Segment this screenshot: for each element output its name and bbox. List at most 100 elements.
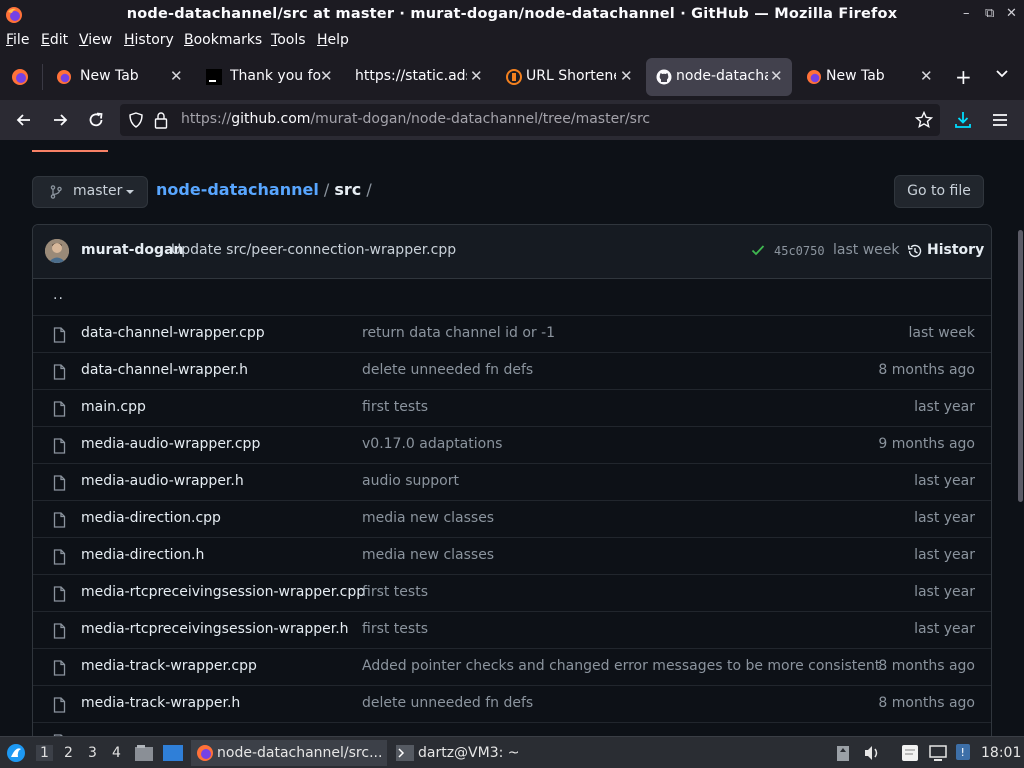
- file-name-link[interactable]: media-direction.h: [81, 547, 204, 563]
- page-scrollbar[interactable]: [1018, 230, 1023, 502]
- list-all-tabs-icon[interactable]: [995, 69, 1009, 79]
- new-tab-button[interactable]: +: [955, 65, 972, 89]
- commit-author-link[interactable]: murat-dogan: [81, 242, 183, 258]
- lock-icon[interactable]: [154, 111, 168, 129]
- file-commit-message-link[interactable]: first tests: [362, 584, 428, 600]
- file-row[interactable]: media-track-wrapper.cpp Added pointer che…: [33, 649, 991, 686]
- tab-url-shortener[interactable]: URL Shortene ✕: [496, 58, 644, 96]
- file-name-link[interactable]: media-audio-wrapper.cpp: [81, 436, 260, 452]
- file-commit-message-link[interactable]: return data channel id or -1: [362, 325, 555, 341]
- workspace-1[interactable]: 1: [36, 745, 53, 761]
- file-name-link[interactable]: data-channel-wrapper.cpp: [81, 325, 265, 341]
- tab-thank-you[interactable]: Thank you for ✕: [196, 58, 344, 96]
- hamburger-menu-icon[interactable]: [991, 111, 1009, 129]
- file-row[interactable]: data-channel-wrapper.cpp return data chan…: [33, 316, 991, 353]
- history-link[interactable]: History: [927, 242, 984, 258]
- commit-message-link[interactable]: Update src/peer-connection-wrapper.cpp: [171, 242, 456, 258]
- latest-commit-bar: murat-dogan Update src/peer-connection-w…: [33, 225, 991, 279]
- branch-name: master: [73, 183, 123, 199]
- file-name-link[interactable]: media-audio-wrapper.h: [81, 473, 244, 489]
- file-row[interactable]: data-channel-wrapper.h delete unneeded fn…: [33, 353, 991, 390]
- file-name-link[interactable]: media-rtcpreceivingsession-wrapper.h: [81, 621, 349, 637]
- address-bar[interactable]: https://github.com/murat-dogan/node-data…: [120, 104, 940, 136]
- taskbar-task-firefox[interactable]: node-datachannel/src...: [191, 740, 387, 766]
- tab-close-icon[interactable]: ✕: [320, 67, 333, 85]
- shield-icon[interactable]: [128, 112, 144, 128]
- menu-file[interactable]: File: [6, 32, 29, 48]
- file-name-link[interactable]: media-track-wrapper.h: [81, 695, 240, 711]
- file-name-link[interactable]: media-rtcpreceivingsession-wrapper.cpp: [81, 584, 365, 600]
- file-row[interactable]: [33, 723, 991, 736]
- start-menu-icon[interactable]: [6, 743, 26, 763]
- volume-icon[interactable]: [863, 745, 881, 761]
- parent-directory-link[interactable]: ..: [53, 287, 64, 303]
- menu-view[interactable]: View: [79, 32, 112, 48]
- file-row[interactable]: media-rtcpreceivingsession-wrapper.h firs…: [33, 612, 991, 649]
- file-row[interactable]: media-track-wrapper.h delete unneeded fn …: [33, 686, 991, 723]
- menu-help[interactable]: Help: [317, 32, 349, 48]
- menu-history[interactable]: History: [124, 32, 174, 48]
- back-icon[interactable]: [14, 110, 34, 130]
- notes-tray-icon[interactable]: [900, 743, 920, 763]
- reload-icon[interactable]: [86, 110, 106, 130]
- firefox-view-icon[interactable]: [11, 68, 29, 86]
- check-icon[interactable]: [751, 244, 765, 256]
- branch-selector-button[interactable]: master: [32, 176, 148, 208]
- file-row[interactable]: media-direction.cpp media new classes last…: [33, 501, 991, 538]
- terminal-icon: [206, 69, 222, 85]
- avatar[interactable]: [45, 239, 69, 263]
- file-icon: [53, 623, 66, 643]
- commit-sha-link[interactable]: 45c0750: [774, 244, 825, 258]
- parent-directory-row[interactable]: ..: [33, 279, 991, 316]
- menu-edit[interactable]: Edit: [41, 32, 68, 48]
- workspace-3[interactable]: 3: [88, 745, 97, 761]
- clipboard-tray-icon[interactable]: [836, 744, 850, 762]
- tab-static-ads[interactable]: https://static.ads ✕: [346, 58, 494, 96]
- file-commit-message-link[interactable]: v0.17.0 adaptations: [362, 436, 502, 452]
- breadcrumb-repo-link[interactable]: node-datachannel: [156, 180, 319, 199]
- tab-new-tab-2[interactable]: New Tab ✕: [796, 58, 944, 96]
- file-row[interactable]: media-audio-wrapper.h audio support last y…: [33, 464, 991, 501]
- minimize-button[interactable]: –: [963, 6, 970, 21]
- file-commit-message-link[interactable]: Added pointer checks and changed error m…: [362, 658, 880, 674]
- forward-icon[interactable]: [50, 110, 70, 130]
- bookmark-star-icon[interactable]: [915, 111, 933, 129]
- menu-bookmarks[interactable]: Bookmarks: [184, 32, 262, 48]
- maximize-button[interactable]: ⧉: [985, 6, 994, 21]
- tab-close-icon[interactable]: ✕: [770, 67, 783, 85]
- file-commit-message-link[interactable]: first tests: [362, 621, 428, 637]
- network-icon[interactable]: [928, 744, 948, 762]
- workspace-2[interactable]: 2: [64, 745, 73, 761]
- tab-node-datachannel[interactable]: node-datacha ✕: [646, 58, 792, 96]
- file-manager-icon[interactable]: [134, 744, 154, 762]
- tab-close-icon[interactable]: ✕: [470, 67, 483, 85]
- file-commit-message-link[interactable]: media new classes: [362, 547, 494, 563]
- file-row[interactable]: media-direction.h media new classes last y…: [33, 538, 991, 575]
- tab-close-icon[interactable]: ✕: [170, 67, 183, 85]
- file-name-link[interactable]: media-track-wrapper.cpp: [81, 658, 257, 674]
- file-commit-message-link[interactable]: media new classes: [362, 510, 494, 526]
- menu-tools[interactable]: Tools: [271, 32, 306, 48]
- file-commit-message-link[interactable]: delete unneeded fn defs: [362, 695, 533, 711]
- file-icon: [53, 697, 66, 717]
- svg-text:!: !: [961, 746, 965, 759]
- file-name-link[interactable]: data-channel-wrapper.h: [81, 362, 248, 378]
- file-name-link[interactable]: media-direction.cpp: [81, 510, 221, 526]
- tab-new-tab-1[interactable]: New Tab ✕: [46, 58, 194, 96]
- downloads-icon[interactable]: [954, 110, 972, 130]
- update-notifier-icon[interactable]: !: [955, 743, 971, 761]
- go-to-file-button[interactable]: Go to file: [894, 175, 984, 208]
- file-row[interactable]: media-audio-wrapper.cpp v0.17.0 adaptatio…: [33, 427, 991, 464]
- file-row[interactable]: main.cpp first tests last year: [33, 390, 991, 427]
- file-row[interactable]: media-rtcpreceivingsession-wrapper.cpp fi…: [33, 575, 991, 612]
- workspace-4[interactable]: 4: [112, 745, 121, 761]
- tab-close-icon[interactable]: ✕: [620, 67, 633, 85]
- taskbar-task-terminal[interactable]: dartz@VM3: ~: [393, 740, 533, 766]
- desktop-icon[interactable]: [162, 744, 184, 762]
- file-commit-message-link[interactable]: delete unneeded fn defs: [362, 362, 533, 378]
- file-commit-message-link[interactable]: audio support: [362, 473, 459, 489]
- tab-close-icon[interactable]: ✕: [920, 67, 933, 85]
- close-window-button[interactable]: ✕: [1006, 6, 1017, 21]
- file-commit-message-link[interactable]: first tests: [362, 399, 428, 415]
- file-name-link[interactable]: main.cpp: [81, 399, 146, 415]
